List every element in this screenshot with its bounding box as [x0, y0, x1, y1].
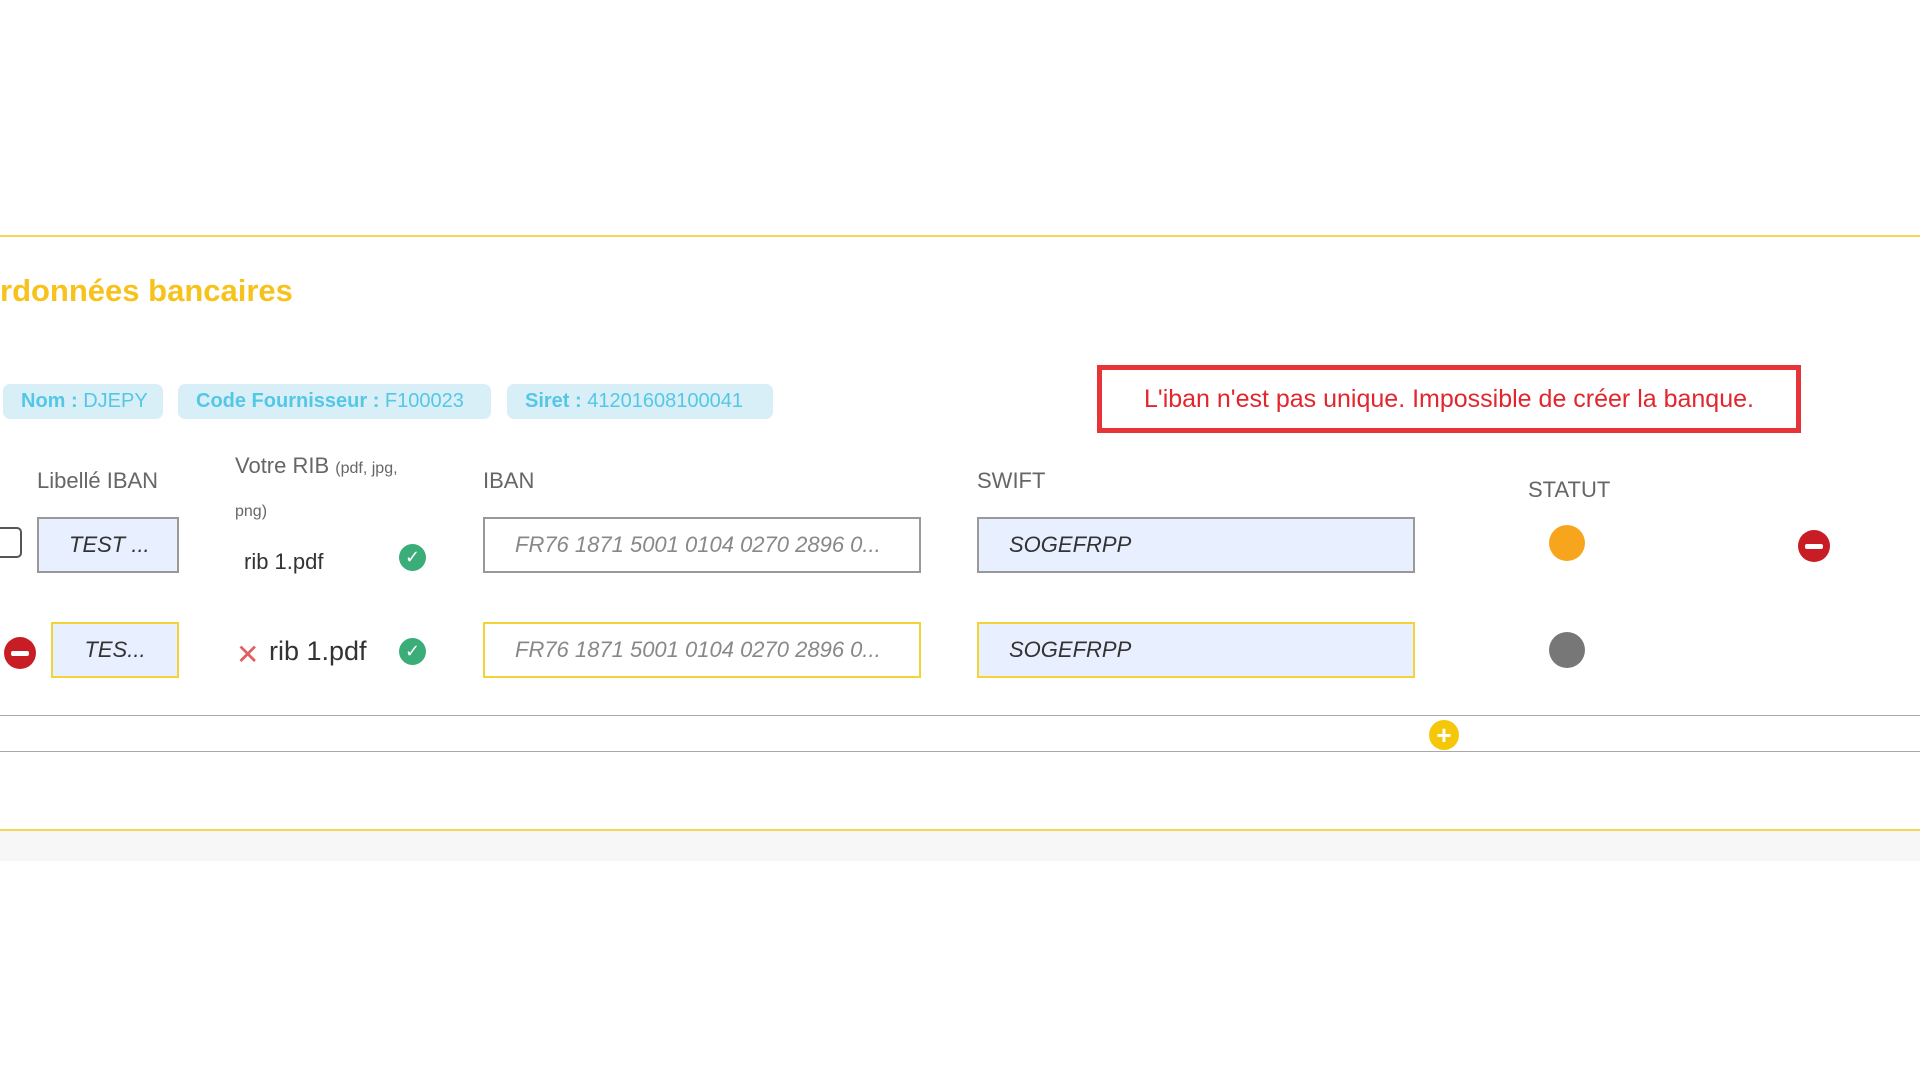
rib-file-name: rib 1.pdf [269, 636, 367, 666]
supplier-name-badge: Nom : DJEPY [3, 384, 163, 419]
supplier-siret-badge: Siret : 41201608100041 [507, 384, 773, 419]
column-header-libelle: Libellé IBAN [37, 468, 159, 493]
supplier-code-value: F100023 [384, 390, 464, 412]
swift-input[interactable]: SOGEFRPP [977, 517, 1415, 573]
row-select-checkbox[interactable] [0, 527, 22, 558]
supplier-siret-label: Siret : [525, 390, 582, 412]
libelle-input[interactable]: TES... [51, 622, 179, 678]
status-indicator [1549, 525, 1585, 561]
column-header-rib: Votre RIB (pdf, jpg, png) [235, 446, 425, 532]
column-header-rib-label: Votre RIB [235, 453, 330, 478]
table-divider [0, 715, 1920, 716]
supplier-name-value: DJEPY [83, 390, 148, 412]
swift-input[interactable]: SOGEFRPP [977, 622, 1415, 678]
section-title: rdonnées bancaires [0, 273, 293, 308]
remove-row-button[interactable] [4, 637, 36, 669]
add-row-button[interactable]: + [1429, 720, 1459, 750]
iban-input[interactable]: FR76 1871 5001 0104 0270 2896 0... [483, 622, 921, 678]
bank-details-panel: rdonnées bancaires Nom : DJEPY Code Four… [0, 0, 1920, 1080]
table-divider [0, 751, 1920, 752]
column-header-swift: SWIFT [977, 468, 1046, 493]
supplier-siret-value: 41201608100041 [587, 390, 743, 412]
column-header-iban: IBAN [483, 468, 535, 493]
rib-file-name: rib 1.pdf [244, 549, 324, 574]
libelle-input[interactable]: TEST ... [37, 517, 179, 573]
supplier-name-label: Nom : [21, 390, 78, 412]
status-indicator [1549, 632, 1585, 668]
error-message: L'iban n'est pas unique. Impossible de c… [1097, 365, 1801, 433]
iban-input[interactable]: FR76 1871 5001 0104 0270 2896 0... [483, 517, 921, 573]
section-top-divider [0, 235, 1920, 237]
footer-band [0, 831, 1920, 861]
supplier-code-badge: Code Fournisseur : F100023 [178, 384, 491, 419]
remove-file-icon[interactable]: ✕ [236, 638, 259, 671]
check-circle-icon: ✓ [399, 638, 426, 665]
supplier-code-label: Code Fournisseur : [196, 390, 380, 412]
remove-row-button[interactable] [1798, 530, 1830, 562]
check-circle-icon: ✓ [399, 544, 426, 571]
column-header-statut: STATUT [1528, 477, 1611, 502]
